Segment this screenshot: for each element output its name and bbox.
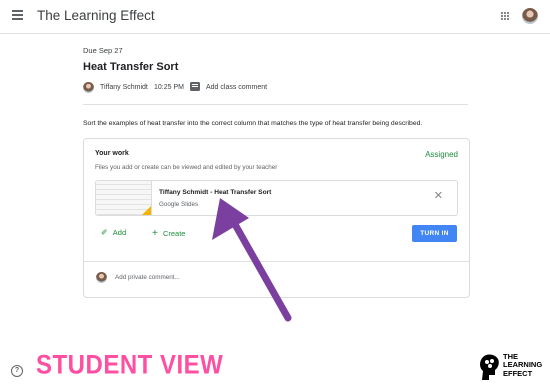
avatar bbox=[96, 272, 107, 283]
paperclip-icon: ✐ bbox=[101, 228, 108, 237]
private-comment-input[interactable]: Add private comment... bbox=[115, 274, 180, 281]
add-label: Add bbox=[112, 228, 127, 237]
close-icon[interactable]: ✕ bbox=[434, 191, 443, 202]
help-icon[interactable]: ? bbox=[11, 365, 23, 377]
your-work-card: Your work Assigned Files you add or crea… bbox=[83, 138, 470, 298]
divider bbox=[84, 261, 469, 262]
add-button[interactable]: ✐ Add bbox=[101, 228, 126, 237]
app-title[interactable]: The Learning Effect bbox=[37, 8, 155, 23]
add-class-comment-link[interactable]: Add class comment bbox=[206, 84, 267, 91]
logo-text-line: EFFECT bbox=[503, 368, 533, 378]
top-app-bar: The Learning Effect bbox=[0, 0, 550, 34]
apps-grid-icon[interactable] bbox=[501, 12, 510, 21]
assignment-instructions: Sort the examples of heat transfer into … bbox=[83, 120, 423, 127]
attachment-card[interactable]: Tiffany Schmidt - Heat Transfer Sort Goo… bbox=[95, 180, 458, 216]
author-name: Tiffany Schmidt bbox=[100, 84, 148, 91]
author-avatar bbox=[83, 82, 94, 93]
post-time: 10:25 PM bbox=[154, 84, 184, 91]
learning-effect-logo: THE LEARNING EFFECT bbox=[503, 352, 542, 378]
divider bbox=[83, 104, 468, 105]
create-label: Create bbox=[162, 229, 186, 238]
status-badge: Assigned bbox=[425, 150, 458, 159]
create-button[interactable]: + Create bbox=[152, 228, 185, 239]
account-avatar[interactable] bbox=[522, 8, 538, 24]
slides-icon bbox=[142, 206, 151, 215]
comment-icon[interactable] bbox=[190, 82, 200, 91]
slides-thumbnail[interactable] bbox=[96, 181, 152, 215]
your-work-subtitle: Files you add or create can be viewed an… bbox=[95, 164, 278, 171]
brain-head-logo-icon bbox=[480, 354, 499, 380]
hamburger-menu-icon[interactable] bbox=[12, 10, 23, 20]
attachment-title[interactable]: Tiffany Schmidt - Heat Transfer Sort bbox=[159, 189, 271, 196]
your-work-title: Your work bbox=[95, 150, 129, 157]
plus-icon: + bbox=[152, 228, 158, 239]
due-date: Due Sep 27 bbox=[83, 46, 123, 55]
assignment-title: Heat Transfer Sort bbox=[83, 61, 179, 73]
attachment-type: Google Slides bbox=[159, 201, 199, 208]
student-view-caption: STUDENT VIEW bbox=[36, 350, 224, 381]
turn-in-button[interactable]: TURN IN bbox=[412, 225, 457, 242]
